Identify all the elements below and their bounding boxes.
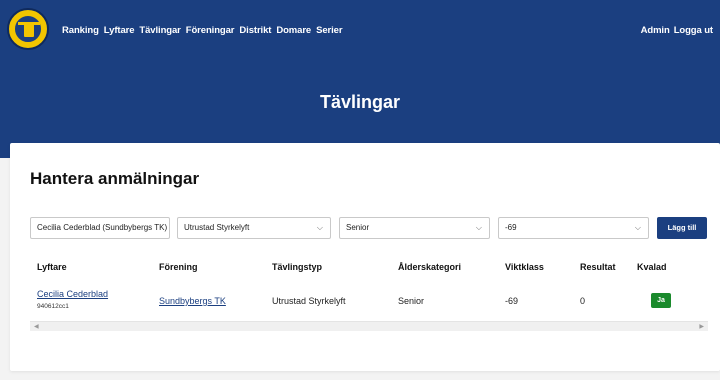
nav-admin[interactable]: Admin [641,25,670,36]
weight-class-value: -69 [505,223,517,232]
age-category-value: Senior [346,223,370,232]
user-nav: Admin Logga ut [641,25,713,36]
col-header-kvalad[interactable]: Kvalad [637,262,667,272]
logo-lifter-figure [24,22,34,37]
nav-foreningar[interactable]: Föreningar [186,25,235,36]
col-header-lyftare[interactable]: Lyftare [37,262,67,272]
competition-type-value: Utrustad Styrkelyft [184,223,250,232]
col-header-viktklass[interactable]: Viktklass [505,262,544,272]
main-nav: Ranking Lyftare Tävlingar Föreningar Dis… [62,25,343,36]
nav-serier[interactable]: Serier [316,25,342,36]
competition-type-select[interactable]: Utrustad Styrkelyft ⌵ [177,217,331,239]
nav-tavlingar[interactable]: Tävlingar [139,25,180,36]
chevron-down-icon: ⌵ [634,223,641,232]
scroll-left-icon[interactable]: ◀ [34,322,39,332]
col-header-alderskategori[interactable]: Ålderskategori [398,262,461,272]
nav-lyftare[interactable]: Lyftare [104,25,135,36]
page-title: Tävlingar [319,92,401,112]
row-competition-type: Utrustad Styrkelyft [272,296,346,306]
club-link[interactable]: Sundbybergs TK [159,296,226,306]
lifter-field[interactable]: Cecilia Cederblad (Sundbybergs TK) [30,217,170,239]
lifter-name-link[interactable]: Cecilia Cederblad [37,289,108,299]
nav-logout[interactable]: Logga ut [674,25,713,36]
age-category-select[interactable]: Senior ⌵ [339,217,490,239]
col-header-tavlingstyp[interactable]: Tävlingstyp [272,262,322,272]
registration-card: Hantera anmälningar Cecilia Cederblad (S… [10,143,720,371]
nav-distrikt[interactable]: Distrikt [239,25,271,36]
row-age-category: Senior [398,296,425,306]
nav-ranking[interactable]: Ranking [62,25,99,36]
page-header: Ranking Lyftare Tävlingar Föreningar Dis… [0,0,720,158]
col-header-resultat[interactable]: Resultat [580,262,616,272]
nav-domare[interactable]: Domare [276,25,311,36]
chevron-down-icon: ⌵ [475,223,482,232]
card-title: Hantera anmälningar [30,169,200,188]
federation-logo[interactable] [7,8,49,50]
lifter-field-value: Cecilia Cederblad (Sundbybergs TK) [37,223,168,232]
row-result: 0 [580,296,586,306]
lifter-id: 940612cc1 [37,303,69,310]
weight-class-select[interactable]: -69 ⌵ [498,217,649,239]
scroll-right-icon[interactable]: ▶ [699,322,704,332]
row-weight-class: -69 [505,296,519,306]
logo-inner [14,15,42,43]
add-button[interactable]: Lägg till [657,217,707,239]
col-header-forening[interactable]: Förening [159,262,198,272]
horizontal-scrollbar[interactable]: ◀ ▶ [30,321,708,331]
chevron-down-icon: ⌵ [316,223,323,232]
qualified-badge: Ja [651,293,671,308]
